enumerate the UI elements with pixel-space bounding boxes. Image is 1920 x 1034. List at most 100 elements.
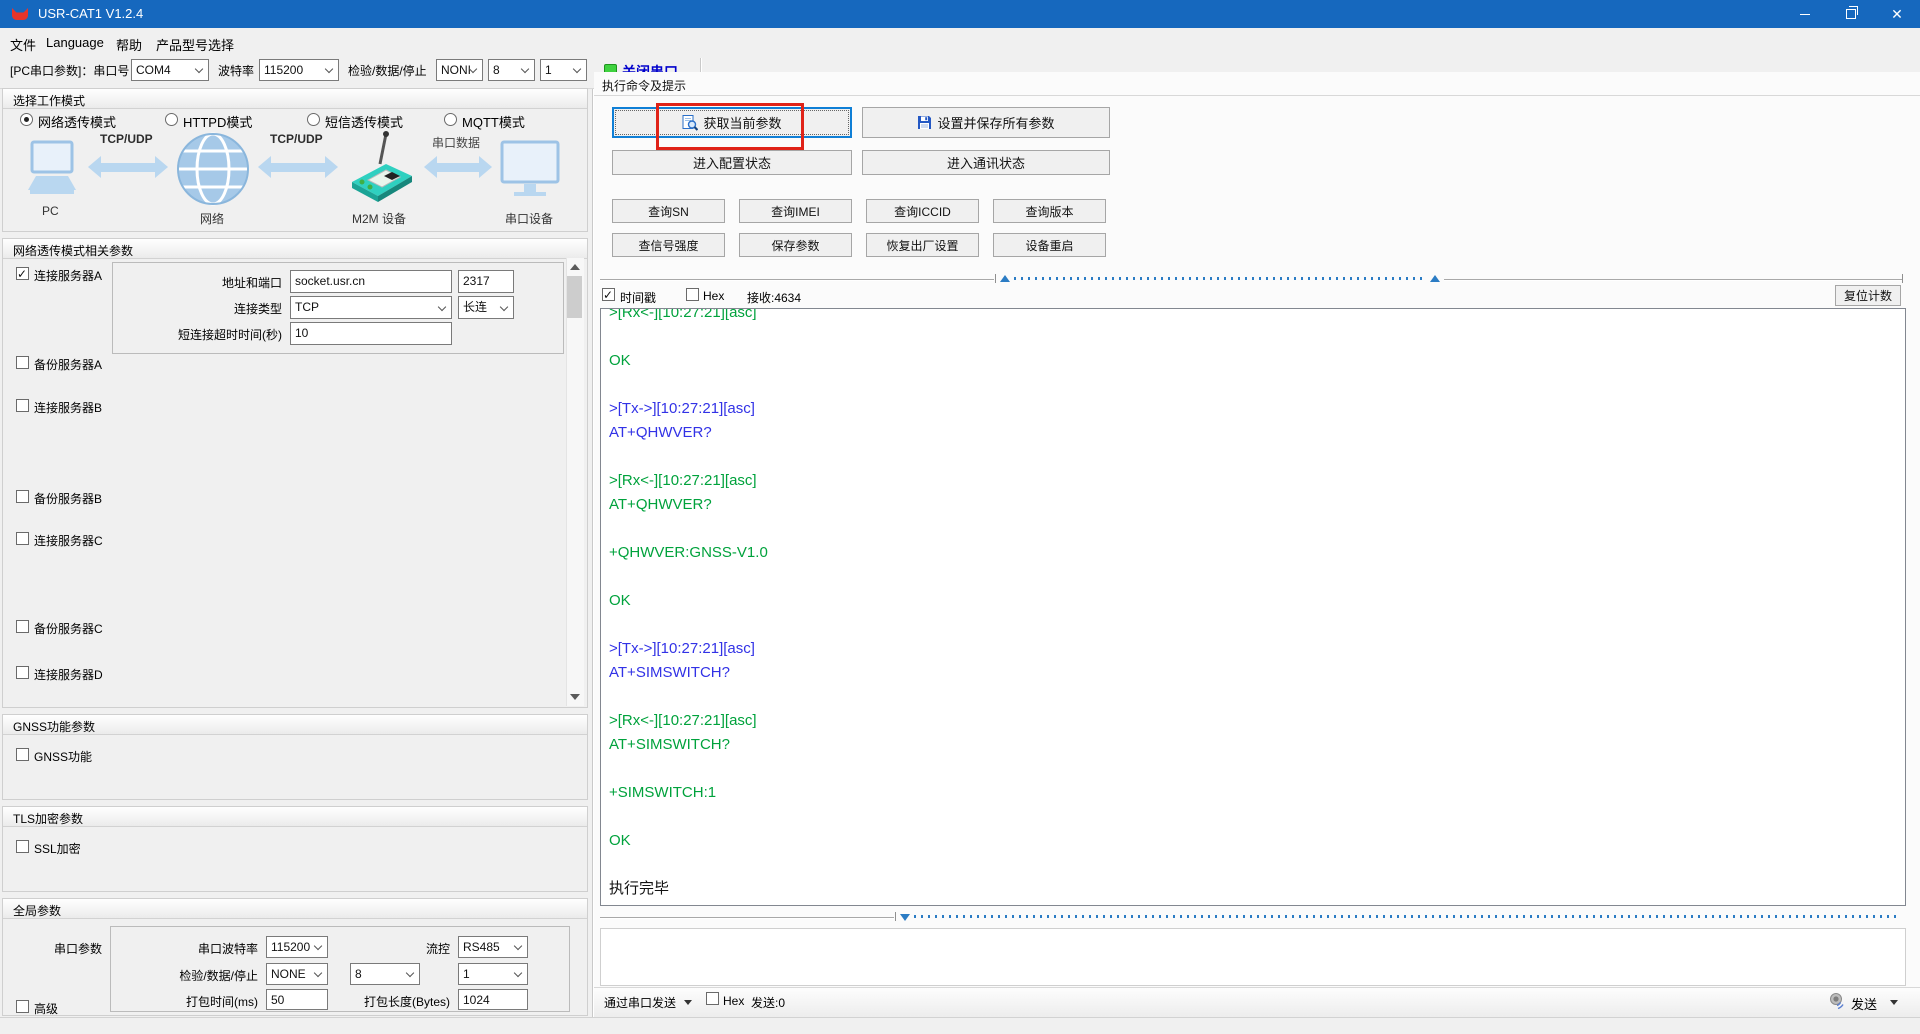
checkbox-gnss[interactable] [16, 748, 29, 761]
log-line: 执行完毕 [609, 877, 1905, 901]
checkbox-server-d-label: 连接服务器D [34, 666, 103, 683]
query-sn-button[interactable]: 查询SN [612, 199, 725, 223]
conn-type-select[interactable]: TCP [290, 296, 452, 319]
query-signal-button[interactable]: 查信号强度 [612, 233, 725, 257]
recv-hex-label: Hex [703, 289, 724, 303]
g-flow-select[interactable]: RS485 [458, 936, 528, 958]
checkbox-backup-server-a[interactable] [16, 356, 29, 369]
log-trackbar-thumb-2[interactable] [1430, 275, 1440, 282]
log-line [609, 853, 1905, 877]
send-input-area[interactable] [600, 928, 1906, 986]
log-output-area[interactable]: >[Rx<-][10:27:21][asc] OK >[Tx->][10:27:… [600, 308, 1906, 906]
checkbox-backup-server-c[interactable] [16, 620, 29, 633]
checkbox-send-hex[interactable] [706, 992, 719, 1005]
scrollbar-thumb[interactable] [567, 276, 582, 318]
checkbox-server-a[interactable] [16, 267, 29, 280]
send-hex-label: Hex [723, 994, 744, 1008]
g-parity-select[interactable]: NONE [266, 963, 328, 985]
close-button[interactable]: ✕ [1874, 0, 1920, 28]
stopbits-select[interactable]: 1 [540, 59, 587, 81]
radio-net-transparent[interactable] [20, 113, 33, 126]
log-line: >[Tx->][10:27:21][asc] [609, 397, 1905, 421]
conn-mode-select[interactable]: 长连 [458, 296, 514, 319]
checkbox-server-b-label: 连接服务器B [34, 399, 102, 416]
conn-type-label: 连接类型 [150, 300, 282, 317]
restore-icon [1846, 9, 1856, 19]
query-imei-button[interactable]: 查询IMEI [739, 199, 852, 223]
device-restart-button[interactable]: 设备重启 [993, 233, 1106, 257]
menu-language[interactable]: Language [40, 33, 110, 52]
g-stopbits-select[interactable]: 1 [458, 963, 528, 985]
recv-count: 接收:4634 [747, 289, 801, 306]
global-params-header: 全局参数 [3, 899, 587, 919]
pack-time-input[interactable]: 50 [266, 989, 328, 1010]
network-globe-icon [176, 132, 250, 211]
title-bar: USR-CAT1 V1.2.4 ✕ [0, 0, 1920, 28]
save-params-button[interactable]: 保存参数 [739, 233, 852, 257]
send-trackbar-thumb[interactable] [900, 914, 910, 921]
send-button[interactable]: 发送 [1851, 994, 1877, 1013]
node-label-network: 网络 [200, 210, 224, 227]
checkbox-server-c-label: 连接服务器C [34, 532, 103, 549]
g-baud-select[interactable]: 115200 [266, 936, 328, 958]
log-line [609, 373, 1905, 397]
checkbox-server-b[interactable] [16, 399, 29, 412]
send-via-serial-dropdown[interactable]: 通过串口发送 [604, 994, 676, 1011]
log-line: +QHWVER:GNSS-V1.0 [609, 541, 1905, 565]
menu-help[interactable]: 帮助 [110, 33, 148, 56]
factory-reset-button[interactable]: 恢复出厂设置 [866, 233, 979, 257]
databits-select[interactable]: 8 [488, 59, 535, 81]
maximize-button[interactable] [1828, 0, 1874, 28]
server-a-address-input[interactable]: socket.usr.cn [290, 270, 452, 293]
net-params-scrollbar[interactable] [566, 258, 584, 706]
baud-select[interactable]: 115200 [259, 59, 339, 81]
menu-file[interactable]: 文件 [4, 33, 42, 56]
scrollbar-up-icon[interactable] [570, 264, 580, 270]
save-floppy-icon [917, 115, 932, 130]
g-databits-select[interactable]: 8 [350, 963, 420, 985]
log-trackbar-thumb[interactable] [1000, 275, 1010, 282]
set-save-params-button[interactable]: 设置并保存所有参数 [862, 107, 1110, 138]
reset-count-button[interactable]: 复位计数 [1835, 285, 1901, 306]
get-params-icon [682, 115, 698, 131]
get-params-button[interactable]: 获取当前参数 [612, 107, 852, 138]
com-port-select[interactable]: COM4 [131, 59, 209, 81]
short-conn-timeout-input[interactable]: 10 [290, 322, 452, 345]
checkbox-ssl[interactable] [16, 840, 29, 853]
send-caret-icon [1890, 1000, 1898, 1005]
enter-config-button[interactable]: 进入配置状态 [612, 150, 852, 175]
radio-httpd[interactable] [165, 113, 178, 126]
checkbox-server-c[interactable] [16, 532, 29, 545]
server-a-port-input[interactable]: 2317 [458, 270, 514, 293]
checkbox-recv-hex[interactable] [686, 288, 699, 301]
serial-params-label: 串口参数 [30, 940, 102, 957]
menu-product-model[interactable]: 产品型号选择 [150, 33, 240, 56]
send-via-caret-icon [684, 1000, 692, 1005]
radio-sms-transparent[interactable] [307, 113, 320, 126]
log-line [609, 445, 1905, 469]
arrow-device-serial-icon [424, 156, 492, 178]
parity-select[interactable]: NONI [436, 59, 483, 81]
pc-serial-label: [PC串口参数]：串口号 [10, 62, 129, 79]
log-line: OK [609, 589, 1905, 613]
checkbox-gnss-label: GNSS功能 [34, 748, 92, 765]
enter-comm-button[interactable]: 进入通讯状态 [862, 150, 1110, 175]
arrow-pc-network-icon [88, 156, 168, 178]
link-label-tcpudp-1: TCP/UDP [100, 132, 153, 146]
checkbox-backup-server-b[interactable] [16, 490, 29, 503]
query-iccid-button[interactable]: 查询ICCID [866, 199, 979, 223]
minimize-button[interactable] [1782, 0, 1828, 28]
checkbox-timestamp[interactable] [602, 288, 615, 301]
checkbox-server-d[interactable] [16, 666, 29, 679]
window-title: USR-CAT1 V1.2.4 [38, 6, 143, 21]
pack-len-label: 打包长度(Bytes) [340, 993, 450, 1010]
log-line: AT+QHWVER? [609, 421, 1905, 445]
query-version-button[interactable]: 查询版本 [993, 199, 1106, 223]
scrollbar-down-icon[interactable] [570, 694, 580, 700]
status-bar [0, 1017, 1920, 1034]
pack-len-input[interactable]: 1024 [458, 989, 528, 1010]
radio-mqtt[interactable] [444, 113, 457, 126]
g-parity-label: 检验/数据/停止 [150, 967, 258, 984]
send-icon [1828, 991, 1847, 1015]
checkbox-advanced[interactable] [16, 1000, 29, 1013]
